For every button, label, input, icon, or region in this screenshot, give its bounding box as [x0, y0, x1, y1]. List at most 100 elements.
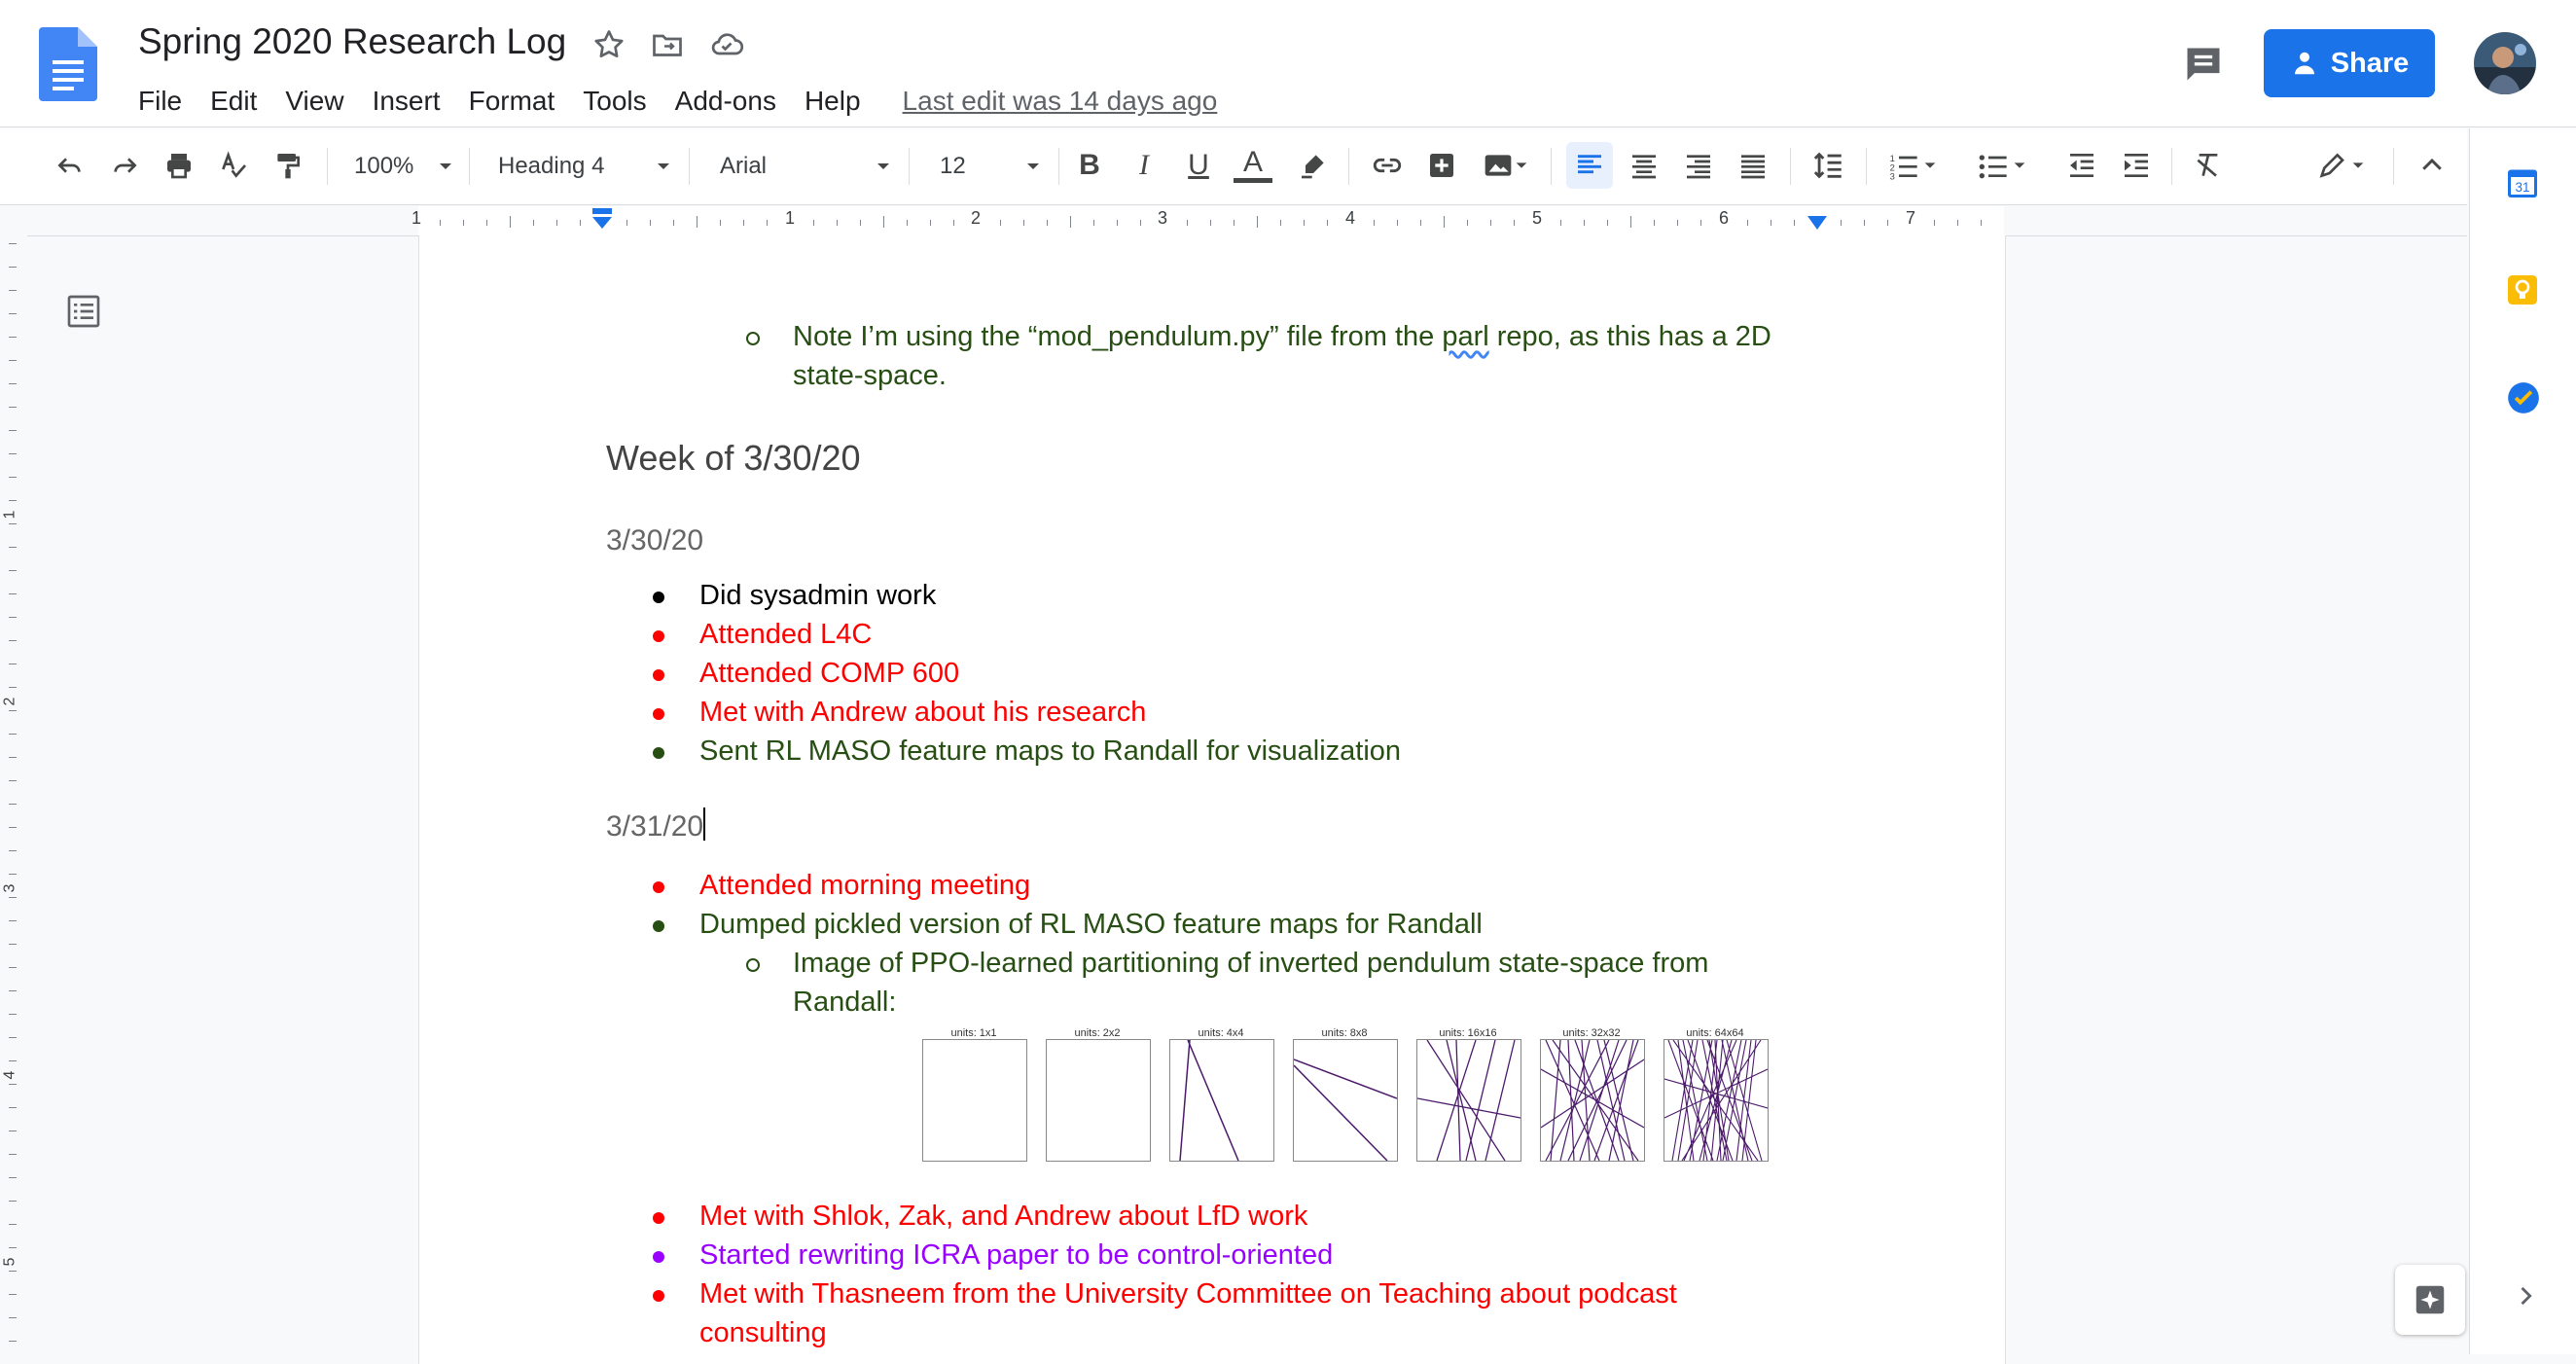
menu-help[interactable]: Help — [805, 86, 861, 117]
move-folder-icon[interactable] — [650, 27, 685, 62]
vertical-ruler-tick — [9, 570, 17, 571]
redo-icon[interactable] — [101, 142, 148, 189]
ruler-tick — [1070, 216, 1071, 228]
ruler-tick — [580, 220, 581, 226]
link-icon[interactable] — [1364, 142, 1411, 189]
ruler-tick — [1047, 220, 1048, 226]
list-item[interactable]: Attended morning meeting — [699, 866, 1030, 905]
menu-insert[interactable]: Insert — [373, 86, 441, 117]
left-indent-marker[interactable] — [590, 206, 615, 232]
list-item[interactable]: Met with Andrew about his research — [699, 693, 1146, 732]
misspelled-word[interactable]: parl — [1442, 321, 1488, 352]
list-item[interactable]: Note I’m using the “mod_pendulum.py” fil… — [793, 317, 1771, 356]
note-text: Note I’m using the “mod_pendulum.py” fil… — [793, 321, 1443, 352]
vertical-ruler-number: 2 — [1, 697, 18, 706]
align-left-icon[interactable] — [1566, 142, 1613, 189]
list-item[interactable]: Met with Shlok, Zak, and Andrew about Lf… — [699, 1197, 1307, 1236]
image-icon[interactable] — [1473, 142, 1539, 189]
add-comment-icon[interactable] — [1418, 142, 1465, 189]
vertical-ruler-tick — [9, 1271, 17, 1272]
vertical-ruler-tick — [9, 267, 17, 268]
calendar-icon[interactable]: 31 — [2505, 165, 2540, 200]
font-size-value: 12 — [940, 153, 966, 179]
bold-button[interactable]: B — [1066, 142, 1113, 189]
decrease-indent-icon[interactable] — [2058, 142, 2105, 189]
vertical-ruler-number: 4 — [1, 1070, 18, 1080]
vertical-ruler-tick — [9, 290, 17, 291]
menu-edit[interactable]: Edit — [210, 86, 257, 117]
keep-icon[interactable] — [2505, 272, 2540, 307]
clear-formatting-icon[interactable] — [2185, 142, 2232, 189]
menu-tools[interactable]: Tools — [583, 86, 646, 117]
list-item[interactable]: Attended L4C — [699, 615, 872, 654]
vertical-ruler-tick — [9, 1201, 17, 1202]
justify-icon[interactable] — [1730, 142, 1776, 189]
ruler-tick — [1467, 220, 1468, 226]
ruler-tick — [1981, 220, 1982, 226]
bulleted-list-icon[interactable] — [1967, 142, 2041, 189]
vertical-ruler-tick — [9, 640, 17, 641]
paragraph-style-select[interactable]: Heading 4 — [483, 146, 677, 187]
chevron-right-icon[interactable] — [2512, 1282, 2539, 1310]
zoom-select[interactable]: 100% — [342, 146, 459, 187]
list-item[interactable]: Sent RL MASO feature maps to Randall for… — [699, 732, 1401, 771]
font-size-select[interactable]: 12 — [922, 146, 1047, 187]
undo-icon[interactable] — [47, 142, 93, 189]
text-color-button[interactable]: A — [1230, 142, 1276, 189]
day-heading-text: 3/31/20 — [606, 810, 704, 843]
list-item[interactable]: Did sysadmin work — [699, 576, 936, 615]
right-indent-marker[interactable] — [1806, 214, 1829, 232]
vertical-ruler-tick — [9, 1247, 17, 1248]
avatar[interactable] — [2474, 32, 2536, 94]
day-heading[interactable]: 3/31/20 — [606, 808, 706, 846]
editing-mode-icon[interactable] — [2306, 142, 2379, 189]
ruler-tick — [1607, 220, 1608, 226]
share-button[interactable]: Share — [2264, 29, 2435, 97]
paint-format-icon[interactable] — [265, 142, 311, 189]
underline-button[interactable]: U — [1175, 142, 1222, 189]
line-spacing-icon[interactable] — [1806, 142, 1852, 189]
print-icon[interactable] — [156, 142, 202, 189]
ruler-tick — [486, 220, 487, 226]
docs-logo-icon[interactable] — [39, 27, 97, 101]
vertical-ruler-tick — [9, 1014, 17, 1015]
comments-icon[interactable] — [2181, 43, 2226, 86]
menu-addons[interactable]: Add-ons — [675, 86, 776, 117]
cloud-saved-icon[interactable] — [708, 27, 745, 62]
spellcheck-icon[interactable] — [210, 142, 257, 189]
increase-indent-icon[interactable] — [2113, 142, 2160, 189]
star-icon[interactable] — [591, 27, 626, 62]
collapse-icon[interactable] — [2409, 142, 2455, 189]
vertical-ruler-tick — [9, 1060, 17, 1061]
vertical-ruler-tick — [9, 1341, 17, 1342]
week-heading: Week of 3/30/20 — [606, 438, 861, 478]
numbered-list-icon[interactable]: 123 — [1878, 142, 1951, 189]
menu-format[interactable]: Format — [469, 86, 555, 117]
list-item-continuation: state-space. — [793, 360, 947, 391]
ruler-tick — [1023, 220, 1024, 226]
document-outline-icon[interactable] — [64, 292, 103, 331]
list-item[interactable]: Met with Thasneem from the University Co… — [699, 1274, 1677, 1313]
last-edit-link[interactable]: Last edit was 14 days ago — [903, 86, 1218, 117]
ruler-tick — [953, 220, 954, 226]
document-page[interactable]: Note I’m using the “mod_pendulum.py” fil… — [418, 235, 2006, 1364]
list-item[interactable]: Attended COMP 600 — [699, 654, 959, 693]
horizontal-ruler[interactable]: 1 1 2 3 4 5 6 7 — [0, 206, 2467, 236]
menu-file[interactable]: File — [138, 86, 182, 117]
highlight-icon[interactable] — [1290, 142, 1337, 189]
vertical-ruler-tick — [9, 780, 17, 781]
align-right-icon[interactable] — [1675, 142, 1722, 189]
list-bullet — [653, 1251, 664, 1263]
document-title[interactable]: Spring 2020 Research Log — [138, 21, 566, 62]
list-item[interactable]: Image of PPO-learned partitioning of inv… — [793, 944, 1708, 983]
ruler-tick — [1187, 220, 1188, 226]
tasks-icon[interactable] — [2505, 379, 2542, 416]
align-center-icon[interactable] — [1621, 142, 1667, 189]
vertical-ruler[interactable]: 1 2 3 4 5 — [0, 235, 27, 1354]
list-item[interactable]: Started rewriting ICRA paper to be contr… — [699, 1236, 1333, 1274]
list-item[interactable]: Dumped pickled version of RL MASO featur… — [699, 905, 1483, 944]
italic-button[interactable]: I — [1121, 142, 1167, 189]
font-select[interactable]: Arial — [702, 146, 897, 187]
explore-button[interactable] — [2395, 1265, 2465, 1335]
menu-view[interactable]: View — [285, 86, 343, 117]
